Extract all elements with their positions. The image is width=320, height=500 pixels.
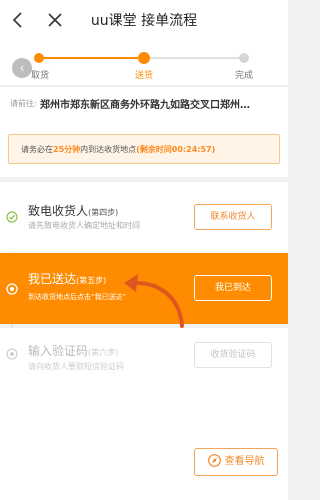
task-title-text: 输入验证码 — [28, 344, 89, 358]
notice-before: 请务必在 — [21, 145, 53, 154]
notice-after: 内到达收货地点 — [80, 145, 137, 154]
destination-address: 请前往: 郑州市郑东新区商务外环路九如路交叉口郑州… — [0, 87, 288, 121]
bottom-area — [0, 378, 288, 500]
task-description: 请先致电收货人确定地址和时间 — [28, 221, 140, 230]
address-prefix: 请前往: — [10, 99, 37, 108]
step-label-complete: 完成 — [234, 71, 253, 81]
page-title: uu课堂 接单流程 — [90, 13, 198, 29]
task-description: 到达收货地点后点击“我已送达” — [28, 293, 127, 301]
progress-steps: ‹ 取货 送货 完成 — [0, 40, 288, 86]
verification-code-button[interactable]: 收货验证码 — [194, 342, 272, 368]
arrived-button[interactable]: 我已到达 — [194, 275, 272, 301]
deadline-notice-section: 请务必在25分钟内到达收货地点(剩余时间00:24:57) — [0, 121, 288, 177]
view-navigation-button[interactable]: 查看导航 — [194, 448, 278, 476]
active-step-icon — [6, 283, 18, 295]
navigation-compass-icon — [207, 454, 221, 467]
task-call-receiver: 致电收货人(第四步) 请先致电收货人确定地址和时间 联系收货人 — [0, 182, 288, 252]
task-step: (第五步) — [76, 276, 107, 285]
progress-line-done — [40, 57, 140, 59]
pending-step-icon — [6, 348, 18, 360]
top-bar: uu课堂 接单流程 — [0, 0, 288, 40]
task-title-text: 致电收货人 — [28, 204, 89, 218]
navigation-label: 查看导航 — [224, 456, 265, 467]
check-circle-icon — [6, 211, 18, 223]
notice-remaining-time: (剩余时间00:24:57) — [136, 145, 216, 154]
task-step: (第六步) — [88, 348, 119, 357]
curved-arrow-icon — [124, 274, 184, 328]
task-title-text: 我已送达 — [28, 272, 77, 286]
step-label-delivery: 送货 — [134, 71, 153, 81]
task-verification-code: 输入验证码(第六步) 请向收货人要取短信验证码 收货验证码 — [0, 328, 288, 378]
contact-receiver-button[interactable]: 联系收货人 — [194, 204, 272, 230]
step-dot-pickup — [34, 53, 44, 63]
step-dot-delivery — [138, 52, 150, 64]
task-description: 请向收货人要取短信验证码 — [28, 362, 124, 371]
task-step: (第四步) — [88, 208, 119, 217]
address-text: 郑州市郑东新区商务外环路九如路交叉口郑州… — [40, 100, 250, 111]
task-title: 致电收货人(第四步) — [28, 202, 118, 219]
task-title: 我已送达(第五步) — [28, 270, 106, 287]
progress-line-pending — [140, 57, 244, 59]
step-label-pickup: 取货 — [30, 71, 49, 81]
notice-minutes: 25分钟 — [53, 145, 81, 154]
deadline-notice: 请务必在25分钟内到达收货地点(剩余时间00:24:57) — [8, 134, 280, 164]
task-title: 输入验证码(第六步) — [28, 342, 118, 359]
step-dot-complete — [239, 53, 249, 63]
